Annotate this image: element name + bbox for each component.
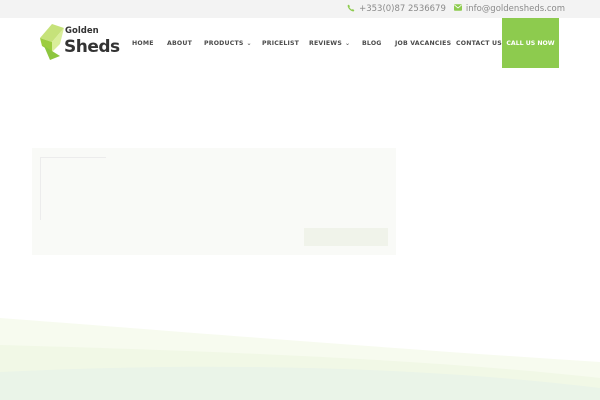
chevron-down-icon: ⌄ [246,39,252,47]
envelope-icon [453,4,462,14]
nav-item-job-vacancies[interactable]: JOB VACANCIES [395,18,451,68]
decorative-wave [0,318,600,400]
nav-item-reviews[interactable]: REVIEWS ⌄ [309,18,350,68]
nav-item-blog[interactable]: BLOG [362,18,382,68]
nav-item-about[interactable]: ABOUT [167,18,192,68]
call-us-now-button[interactable]: CALL US NOW [502,18,559,68]
hero-cta-button[interactable] [304,228,388,246]
email-contact[interactable]: info@goldensheds.com [453,4,565,14]
nav-item-products[interactable]: PRODUCTS ⌄ [204,18,252,68]
phone-contact[interactable]: +353(0)87 2536679 [347,4,446,15]
email-address: info@goldensheds.com [465,4,565,14]
nav-item-contact-us[interactable]: CONTACT US [456,18,502,68]
nav-item-pricelist[interactable]: PRICELIST [262,18,299,68]
phone-icon [347,4,355,15]
hero-frame-decoration [40,157,106,220]
chevron-down-icon: ⌄ [345,39,351,47]
nav-item-home[interactable]: HOME [132,18,154,68]
top-contact-bar: +353(0)87 2536679 info@goldensheds.com [0,0,600,18]
hero-panel [32,148,396,255]
phone-number: +353(0)87 2536679 [359,4,446,14]
